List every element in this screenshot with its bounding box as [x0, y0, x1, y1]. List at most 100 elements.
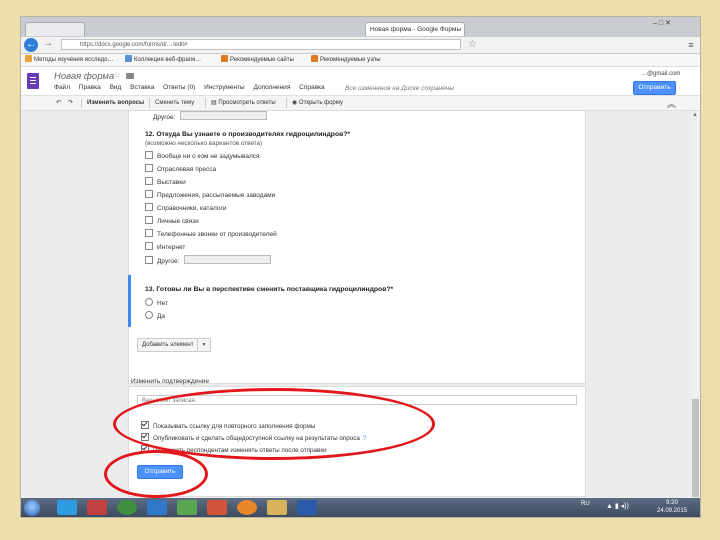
bookmark-item[interactable]: Рекомендуемые узлы: [311, 54, 381, 66]
google-forms-icon[interactable]: [27, 73, 39, 89]
tray-language[interactable]: RU: [581, 501, 590, 507]
question-12-title[interactable]: 12. Откуда Вы узнаете о производителях г…: [145, 131, 350, 138]
previous-other-option[interactable]: Другое:: [153, 111, 268, 121]
windows-start-icon[interactable]: [24, 500, 40, 516]
menu-addons[interactable]: Дополнения: [254, 84, 291, 91]
view-responses-button[interactable]: ▤ Просмотреть ответы: [211, 98, 276, 108]
menu-tools[interactable]: Инструменты: [204, 84, 245, 91]
question-12-hint: (возможно несколько вариантов ответа): [145, 140, 263, 147]
checkbox-option[interactable]: Интернет: [145, 242, 185, 251]
checkbox-option[interactable]: Справочники, каталоги: [145, 203, 226, 212]
change-theme-button[interactable]: Сменить тему: [155, 98, 194, 108]
questions-card: Другое: 12. Откуда Вы узнаете о производ…: [128, 111, 586, 384]
explorer-app-icon[interactable]: [57, 500, 77, 515]
active-question-indicator: [128, 275, 131, 327]
checkbox[interactable]: [145, 151, 153, 159]
forward-arrow-icon[interactable]: →: [43, 38, 53, 49]
clock-date: 24.09.2015: [657, 508, 688, 514]
scroll-up-icon[interactable]: ▲: [692, 112, 698, 118]
checkbox[interactable]: [145, 256, 153, 264]
scrollbar-thumb[interactable]: [692, 399, 699, 497]
browser-tab[interactable]: [25, 22, 85, 36]
toolbar-divider: [205, 98, 206, 108]
redo-icon[interactable]: ↷: [68, 98, 73, 108]
address-bar[interactable]: https://docs.google.com/forms/d/…/edit#: [61, 39, 461, 50]
forms-toolbar: ↶ ↷ Изменить вопросы Сменить тему ▤ Прос…: [21, 96, 700, 111]
eye-icon: ◉: [292, 100, 299, 106]
chevron-down-icon[interactable]: ▼: [197, 338, 211, 352]
menu-view[interactable]: Вид: [110, 84, 122, 91]
checkbox-option-other[interactable]: Другое:: [145, 255, 272, 265]
menu-responses[interactable]: Ответы (0): [163, 84, 195, 91]
document-title[interactable]: Новая форма: [54, 71, 114, 82]
browser-menu-icon[interactable]: ≡: [685, 39, 697, 51]
edit-questions-button[interactable]: Изменить вопросы: [87, 98, 144, 108]
window-controls[interactable]: – □ ✕: [653, 19, 671, 27]
menu-edit[interactable]: Правка: [79, 84, 101, 91]
menu-insert[interactable]: Вставка: [130, 84, 154, 91]
send-form-button[interactable]: Отправить: [633, 81, 676, 95]
account-email[interactable]: …@gmail.com: [641, 71, 680, 77]
radio-option[interactable]: Нет: [145, 298, 168, 307]
checkbox[interactable]: [145, 203, 153, 211]
bookmark-icon: [311, 55, 318, 62]
checkbox-option[interactable]: Предложения, рассылаемые заводами: [145, 190, 275, 199]
confirmation-label: Изменить подтверждение: [131, 378, 210, 385]
other-text-input[interactable]: [184, 255, 272, 264]
browser-tab-active[interactable]: Новая форма - Google Формы: [365, 22, 465, 36]
undo-icon[interactable]: ↶: [56, 98, 61, 108]
clock-time: 9:20: [666, 500, 678, 506]
open-form-button[interactable]: ◉ Открыть форму: [292, 98, 343, 108]
ie-app-icon[interactable]: [147, 500, 167, 515]
checkbox[interactable]: [145, 164, 153, 172]
bookmark-item[interactable]: Рекомендуемые сайты: [221, 54, 294, 66]
checkbox-option[interactable]: Вообще ни о ком не задумывался: [145, 151, 260, 160]
checkbox-option[interactable]: Выставки: [145, 177, 186, 186]
radio-button[interactable]: [145, 311, 153, 319]
radio-button[interactable]: [145, 298, 153, 306]
checkbox-option[interactable]: Отраслевая пресса: [145, 164, 216, 173]
bookmark-icon: [25, 55, 32, 62]
bookmarks-bar: Методы изучения исследо… Коллекция веб-ф…: [21, 54, 700, 67]
checkbox[interactable]: [145, 242, 153, 250]
question-13-title[interactable]: 13. Готовы ли Вы в перспективе сменить п…: [145, 286, 393, 293]
taskbar-clock[interactable]: 9:20 24.09.2015: [657, 499, 687, 515]
word-app-icon[interactable]: [297, 500, 317, 515]
other-text-input[interactable]: [180, 111, 268, 120]
menu-bar: Файл Правка Вид Вставка Ответы (0) Инстр…: [54, 84, 332, 93]
menu-file[interactable]: Файл: [54, 84, 70, 91]
bookmark-icon: [125, 55, 132, 62]
powerpoint-app-icon[interactable]: [207, 500, 227, 515]
bookmark-item[interactable]: Коллекция веб-фрагм…: [125, 54, 201, 66]
bookmark-icon: [221, 55, 228, 62]
back-arrow-icon[interactable]: ←: [24, 38, 38, 52]
firefox-app-icon[interactable]: [237, 500, 257, 515]
collapse-icon[interactable]: ︽: [667, 97, 676, 110]
toolbar-divider: [286, 98, 287, 108]
toolbar-divider: [81, 98, 82, 108]
menu-help[interactable]: Справка: [299, 84, 325, 91]
add-item-button[interactable]: Добавить элемент: [137, 338, 199, 352]
windows-taskbar: RU ▲ ▮ ◂)) 9:20 24.09.2015: [21, 498, 700, 517]
folder-icon[interactable]: [126, 73, 134, 79]
media-app-icon[interactable]: [87, 500, 107, 515]
checkbox-option[interactable]: Телефонные звонки от производителей: [145, 229, 277, 238]
checkbox[interactable]: [145, 190, 153, 198]
checkbox[interactable]: [145, 177, 153, 185]
green-k-app-icon[interactable]: [177, 500, 197, 515]
radio-option[interactable]: Да: [145, 311, 165, 320]
star-icon[interactable]: ☆: [113, 70, 121, 81]
checkbox[interactable]: [145, 216, 153, 224]
toolbar-divider: [149, 98, 150, 108]
checkbox[interactable]: [145, 229, 153, 237]
bookmark-star-icon[interactable]: ☆: [468, 38, 477, 52]
bookmark-item[interactable]: Методы изучения исследо…: [25, 54, 114, 66]
tray-icons[interactable]: ▲ ▮ ◂)): [606, 502, 629, 510]
browser-nav-bar: ← → https://docs.google.com/forms/d/…/ed…: [21, 37, 700, 54]
save-status: Все изменения на Диске сохранены: [345, 85, 454, 92]
forms-app-header: Новая форма ☆ Файл Правка Вид Вставка От…: [21, 67, 700, 96]
green-app-icon[interactable]: [117, 500, 137, 515]
checkbox-option[interactable]: Личные связи: [145, 216, 199, 225]
browser-tab-strip: Новая форма - Google Формы – □ ✕: [21, 17, 700, 37]
folder-app-icon[interactable]: [267, 500, 287, 515]
